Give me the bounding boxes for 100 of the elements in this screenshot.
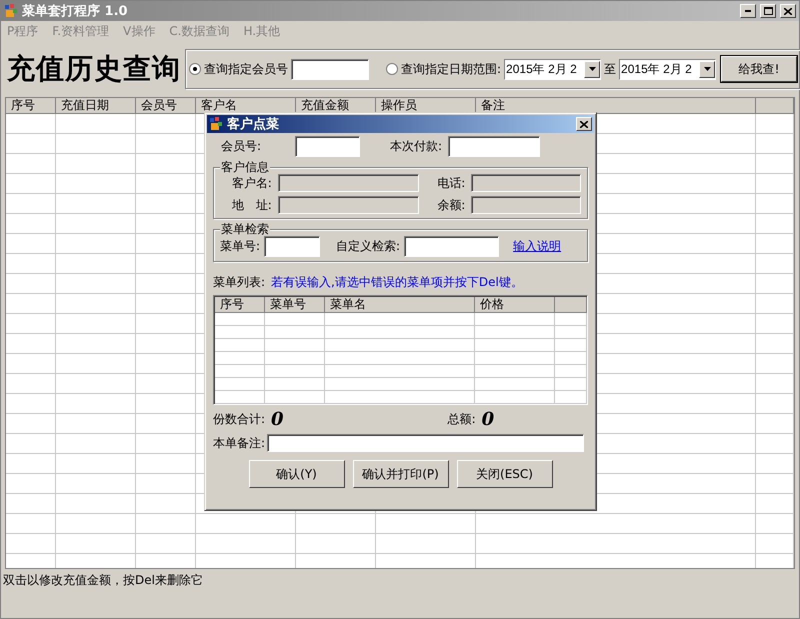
dialog-button[interactable]: 确认(Y) bbox=[248, 460, 344, 488]
column-header[interactable]: 菜单名 bbox=[325, 297, 475, 313]
table-cell bbox=[6, 494, 56, 514]
field-label: 本次付款: bbox=[390, 138, 442, 155]
note-field[interactable] bbox=[267, 434, 584, 452]
group-title: 客户信息 bbox=[220, 160, 270, 174]
table-cell bbox=[555, 313, 587, 326]
column-header[interactable]: 会员号 bbox=[136, 98, 196, 114]
total-value: 0 bbox=[482, 409, 494, 430]
table-cell bbox=[265, 378, 325, 391]
table-cell bbox=[756, 454, 794, 474]
table-cell bbox=[6, 454, 56, 474]
table-cell bbox=[756, 354, 794, 374]
table-cell bbox=[265, 326, 325, 339]
table-cell bbox=[756, 514, 794, 534]
count-label: 份数合计: bbox=[213, 411, 266, 428]
list-label: 菜单列表: bbox=[213, 274, 266, 291]
group-title: 菜单检索 bbox=[220, 222, 270, 236]
table-cell bbox=[6, 234, 56, 254]
table-cell bbox=[6, 214, 56, 234]
dialog-button[interactable]: 关闭(ESC) bbox=[456, 460, 552, 488]
radio-label: 查询指定日期范围: bbox=[401, 60, 502, 78]
minimize-button[interactable] bbox=[740, 4, 756, 18]
close-icon bbox=[580, 120, 588, 128]
field-label: 本单备注: bbox=[213, 434, 266, 452]
table-cell bbox=[756, 434, 794, 454]
table-cell bbox=[6, 474, 56, 494]
table-cell bbox=[756, 494, 794, 514]
column-header[interactable]: 价格 bbox=[475, 297, 555, 313]
field-label: 余额: bbox=[436, 196, 466, 214]
date-picker[interactable]: 2015年 2月 2 bbox=[619, 58, 716, 80]
column-header[interactable]: 菜单号 bbox=[265, 297, 325, 313]
total-label: 总额: bbox=[448, 411, 476, 428]
dropdown-arrow-icon bbox=[704, 67, 711, 71]
table-cell bbox=[6, 194, 56, 214]
minimize-icon bbox=[745, 10, 751, 12]
date-picker[interactable]: 2015年 2月 2 bbox=[504, 58, 602, 80]
page-title: 充值历史查询 bbox=[7, 51, 181, 87]
close-button[interactable] bbox=[576, 117, 592, 131]
table-cell bbox=[555, 378, 587, 391]
table-cell bbox=[6, 434, 56, 454]
close-button[interactable] bbox=[780, 4, 796, 18]
table-cell bbox=[136, 534, 196, 554]
table-cell bbox=[6, 154, 56, 174]
table-cell bbox=[265, 352, 325, 365]
search-button[interactable]: 给我查! bbox=[721, 56, 798, 82]
table-cell bbox=[756, 534, 794, 554]
table-cell bbox=[6, 354, 56, 374]
table-cell bbox=[555, 326, 587, 339]
field-label: 客户名: bbox=[230, 174, 272, 192]
help-link[interactable]: 输入说明 bbox=[513, 238, 562, 255]
table-cell bbox=[215, 326, 265, 339]
member-id-field[interactable] bbox=[295, 136, 360, 157]
table-cell bbox=[756, 414, 794, 434]
table-cell bbox=[215, 352, 265, 365]
column-header[interactable]: 充值日期 bbox=[56, 98, 136, 114]
window-title: 菜单套打程序 1.0 bbox=[22, 2, 129, 20]
table-cell bbox=[756, 194, 794, 214]
table-cell bbox=[756, 214, 794, 234]
column-header[interactable]: 序号 bbox=[6, 98, 56, 114]
maximize-icon bbox=[764, 7, 772, 15]
dialog-title: 客户点菜 bbox=[227, 116, 280, 133]
app-icon bbox=[209, 117, 223, 131]
table-cell bbox=[555, 391, 587, 404]
table-cell bbox=[756, 134, 794, 154]
custom-search-field[interactable] bbox=[404, 236, 500, 257]
count-value: 0 bbox=[271, 409, 284, 430]
table-cell bbox=[6, 274, 56, 294]
column-header[interactable]: 序号 bbox=[215, 297, 265, 313]
table-cell bbox=[215, 339, 265, 352]
table-cell bbox=[6, 534, 56, 554]
table-cell bbox=[6, 334, 56, 354]
table-cell bbox=[756, 334, 794, 354]
range-separator: 至 bbox=[604, 60, 616, 78]
radio-button[interactable] bbox=[189, 63, 201, 75]
member-id-field[interactable] bbox=[291, 58, 369, 80]
radio-label: 查询指定会员号 bbox=[204, 60, 288, 78]
table-cell bbox=[215, 378, 265, 391]
table-cell bbox=[756, 234, 794, 254]
table-cell bbox=[215, 365, 265, 378]
table-cell bbox=[6, 174, 56, 194]
table-cell bbox=[756, 114, 794, 134]
close-icon bbox=[784, 8, 792, 14]
maximize-button[interactable] bbox=[760, 4, 776, 18]
table-cell bbox=[265, 339, 325, 352]
payment-field[interactable] bbox=[448, 136, 540, 157]
table-cell bbox=[555, 339, 587, 352]
radio-button[interactable] bbox=[386, 63, 398, 75]
list-hint: 若有误输入,请选中错误的菜单项并按下Del键。 bbox=[271, 274, 523, 291]
table-cell bbox=[6, 134, 56, 154]
menu-number-field[interactable] bbox=[264, 236, 320, 257]
app-icon bbox=[4, 4, 18, 18]
status-text: 双击以修改充值金额，按Del来删除它 bbox=[2, 572, 204, 589]
dialog-button[interactable]: 确认并打印(P) bbox=[352, 460, 448, 488]
table-cell bbox=[6, 254, 56, 274]
table-cell bbox=[6, 514, 56, 534]
table-cell bbox=[756, 394, 794, 414]
table-cell bbox=[265, 313, 325, 326]
field-label: 电话: bbox=[436, 174, 466, 192]
table-cell bbox=[265, 391, 325, 404]
